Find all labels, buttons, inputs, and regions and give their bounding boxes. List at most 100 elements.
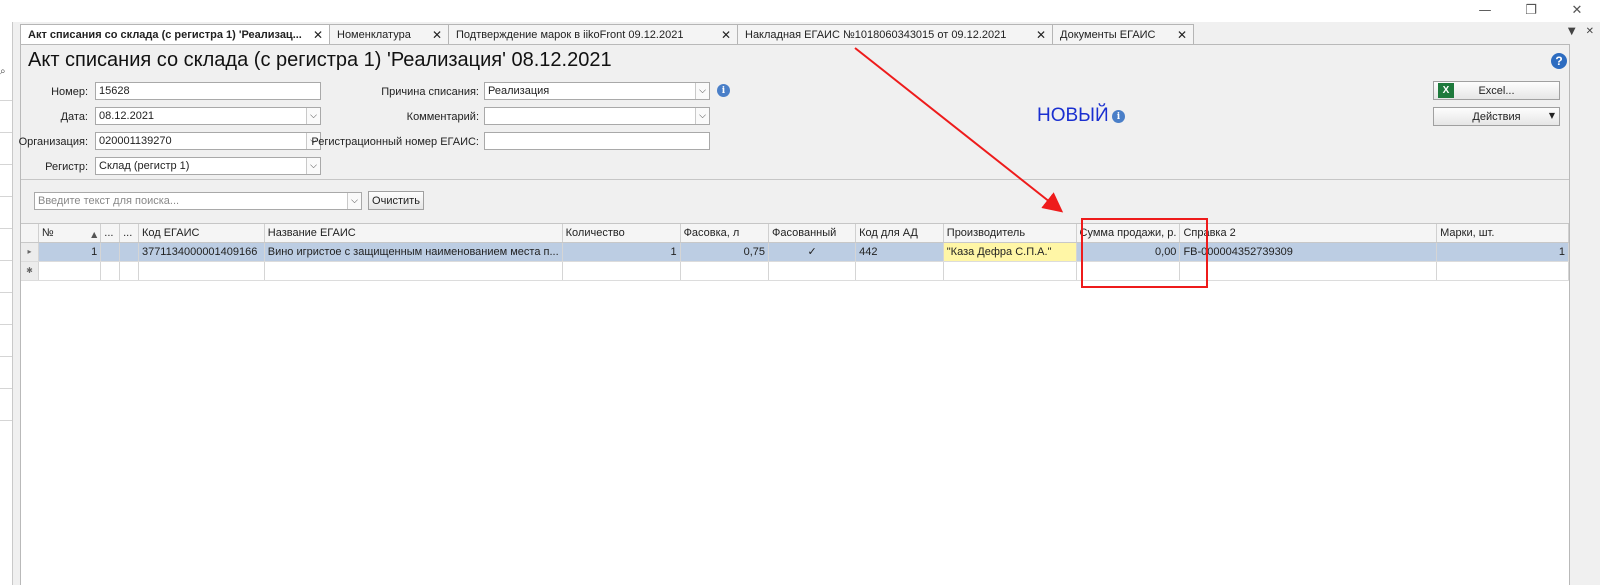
close-tab-icon[interactable]: ✕ (1177, 28, 1187, 42)
close-tab-icon[interactable]: ✕ (432, 28, 442, 42)
cell[interactable] (943, 261, 1077, 281)
status-badge: НОВЫЙ (1037, 105, 1109, 126)
new-row-icon: ✱ (21, 261, 39, 281)
actions-button[interactable]: Действия ▼ (1433, 107, 1560, 126)
column-header[interactable]: Название ЕГАИС (264, 224, 563, 243)
organization-label: Организация: (18, 136, 88, 148)
help-icon[interactable]: ? (1551, 53, 1567, 69)
excel-export-button[interactable]: X Excel... (1433, 81, 1560, 100)
column-header[interactable]: Производитель (943, 224, 1077, 243)
column-header[interactable]: Справка 2 (1179, 224, 1438, 243)
column-header[interactable]: ... (100, 224, 121, 243)
cell[interactable] (38, 261, 102, 281)
cell-marks[interactable]: 1 (1436, 242, 1569, 262)
cell[interactable] (119, 261, 139, 281)
column-header[interactable]: Фасовка, л (680, 224, 770, 243)
column-header[interactable]: ... (119, 224, 139, 243)
reason-label: Причина списания: (381, 86, 479, 98)
row-pointer-icon: ▸ (21, 242, 39, 262)
cell-number[interactable]: 1 (38, 242, 102, 262)
cell-ad-code[interactable]: 442 (855, 242, 944, 262)
window-controls: — ❐ ✕ (0, 0, 1600, 22)
close-tab-icon[interactable]: ✕ (313, 28, 323, 42)
cell-volume[interactable]: 0,75 (680, 242, 770, 262)
restore-button[interactable]: ❐ (1508, 0, 1554, 20)
items-grid-area: Введите текст для поиска... ⌵ Очистить №… (21, 179, 1569, 585)
cell[interactable] (100, 261, 121, 281)
close-window-button[interactable]: ✕ (1554, 0, 1600, 20)
chevron-down-icon[interactable]: ⌵ (347, 193, 361, 209)
cell[interactable] (1179, 261, 1438, 281)
chevron-down-icon[interactable]: ⌵ (306, 158, 320, 174)
cell-producer[interactable]: "Каза Дефра С.П.А." (943, 242, 1077, 262)
tab-menu: ▼ ✕ (1568, 26, 1594, 37)
clear-button[interactable]: Очистить (368, 191, 424, 210)
cell-packaged[interactable]: ✓ (768, 242, 857, 262)
cell-egais-name[interactable]: Вино игристое с защищенным наименованием… (264, 242, 563, 262)
close-tab-icon[interactable]: ✕ (1036, 28, 1046, 42)
number-field[interactable]: 15628 (95, 82, 321, 100)
cell-egais-code[interactable]: 3771134000001409166 (138, 242, 265, 262)
comment-field[interactable]: ⌵ (484, 107, 710, 125)
comment-label: Комментарий: (406, 111, 479, 123)
document-tabs: Акт списания со склада (с регистра 1) 'Р… (20, 24, 1194, 45)
excel-icon: X (1438, 83, 1454, 98)
tab-list-dropdown-icon[interactable]: ▼ (1568, 26, 1576, 37)
egais-reg-number-field[interactable] (484, 132, 710, 150)
date-picker[interactable]: 08.12.2021 ⌵ (95, 107, 321, 125)
info-icon[interactable]: i (717, 84, 730, 97)
cell-quantity[interactable]: 1 (562, 242, 681, 262)
register-label: Регистр: (45, 161, 88, 173)
cell[interactable] (264, 261, 563, 281)
cell[interactable] (855, 261, 944, 281)
tab-write-off-act[interactable]: Акт списания со склада (с регистра 1) 'Р… (20, 24, 330, 45)
tab-egais-invoice[interactable]: Накладная ЕГАИС №1018060343015 от 09.12.… (737, 24, 1053, 44)
tab-egais-documents[interactable]: Документы ЕГАИС ✕ (1052, 24, 1194, 44)
cell[interactable] (119, 242, 139, 262)
chevron-down-icon[interactable]: ⌵ (695, 108, 709, 124)
cell[interactable] (562, 261, 681, 281)
sort-asc-icon: ▲ (91, 229, 98, 239)
page-title: Акт списания со склада (с регистра 1) 'Р… (28, 49, 612, 71)
search-icon[interactable]: ⌕ (0, 66, 12, 80)
tab-marks-confirmation[interactable]: Подтверждение марок в iikoFront 09.12.20… (448, 24, 738, 44)
close-all-tabs-icon[interactable]: ✕ (1586, 26, 1594, 37)
cell[interactable] (768, 261, 857, 281)
search-bar: Введите текст для поиска... ⌵ Очистить (21, 180, 1569, 224)
table-row[interactable]: ▸ 1 3771134000001409166 Вино игристое с … (21, 242, 1569, 262)
cell[interactable] (138, 261, 265, 281)
annotation-highlight-box (1081, 218, 1208, 288)
document-panel: Акт списания со склада (с регистра 1) 'Р… (18, 44, 1570, 585)
number-label: Номер: (51, 86, 88, 98)
column-header[interactable]: Количество (562, 224, 681, 243)
chevron-down-icon[interactable]: ⌵ (695, 83, 709, 99)
checkbox-checked-icon[interactable]: ✓ (807, 245, 816, 258)
minimize-button[interactable]: — (1462, 0, 1508, 20)
app-window: — ❐ ✕ ⌕ Акт списания со склада (с регист… (0, 0, 1600, 585)
column-header[interactable]: Фасованный (768, 224, 857, 243)
table-header: № ▲ ... ... Код ЕГАИС Название ЕГАИС Коли… (21, 224, 1569, 243)
column-header[interactable]: № ▲ (38, 224, 102, 243)
status-info-icon[interactable]: i (1112, 110, 1125, 123)
reason-select[interactable]: Реализация ⌵ (484, 82, 710, 100)
cell[interactable] (1436, 261, 1569, 281)
new-row[interactable]: ✱ (21, 261, 1569, 281)
chevron-down-icon[interactable]: ⌵ (306, 108, 320, 124)
chevron-down-icon: ▼ (1548, 111, 1555, 120)
left-sidebar-strip: ⌕ (0, 22, 13, 585)
register-select[interactable]: Склад (регистр 1) ⌵ (95, 157, 321, 175)
items-table: № ▲ ... ... Код ЕГАИС Название ЕГАИС Коли… (21, 224, 1569, 281)
column-header[interactable]: Марки, шт. (1436, 224, 1569, 243)
egais-reg-number-label: Регистрационный номер ЕГАИС: (311, 136, 479, 148)
cell[interactable] (680, 261, 770, 281)
row-indicator-header (21, 224, 39, 243)
cell-certificate2[interactable]: FB-000004352739309 (1179, 242, 1438, 262)
organization-select[interactable]: 020001139270 ⌵ (95, 132, 321, 150)
column-header[interactable]: Код ЕГАИС (138, 224, 265, 243)
cell[interactable] (100, 242, 121, 262)
tab-nomenclature[interactable]: Номенклатура ✕ (329, 24, 449, 44)
column-header[interactable]: Код для АД (855, 224, 944, 243)
search-input[interactable]: Введите текст для поиска... ⌵ (34, 192, 362, 210)
close-tab-icon[interactable]: ✕ (721, 28, 731, 42)
date-label: Дата: (60, 111, 88, 123)
